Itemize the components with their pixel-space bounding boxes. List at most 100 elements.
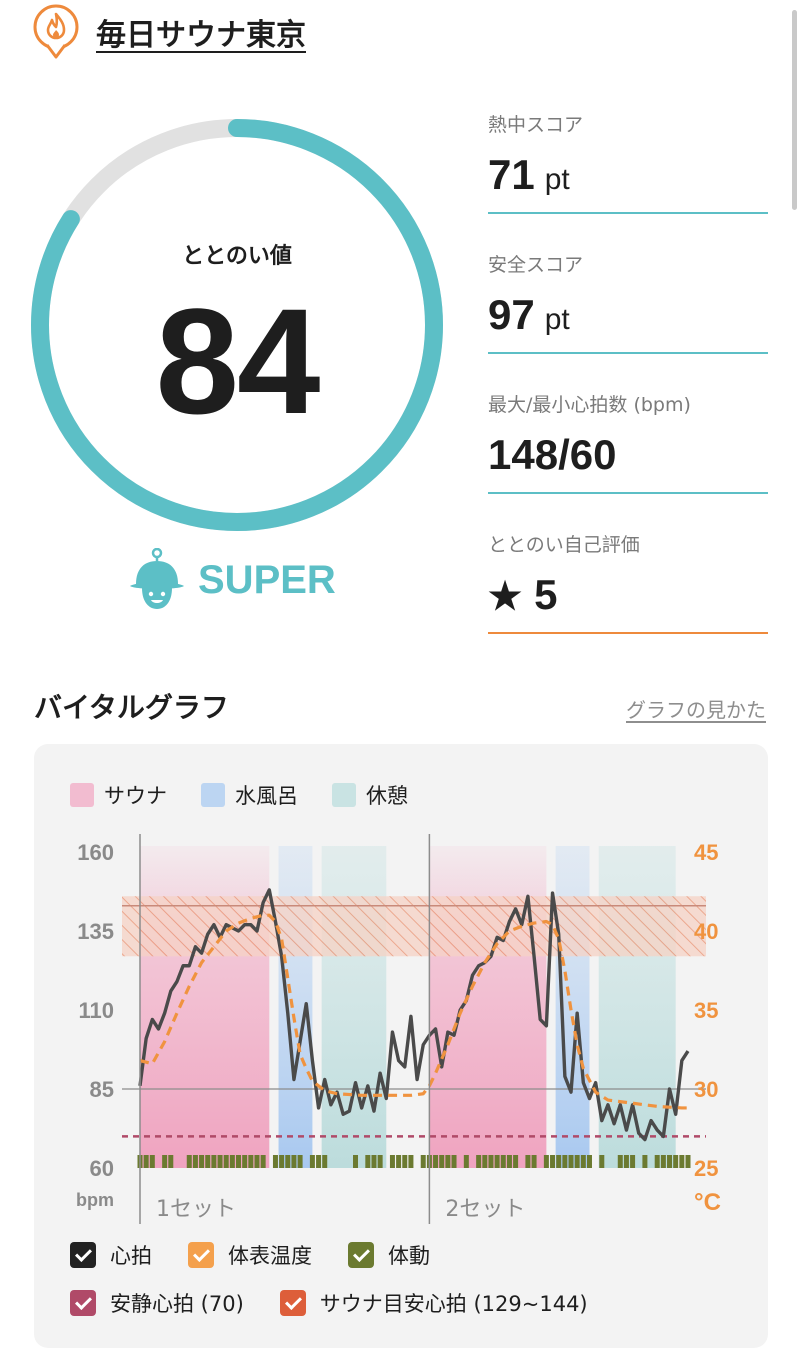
body-motion-mark: [506, 1155, 512, 1168]
vital-graph-card: サウナ 水風呂 休憩 160 135 110 85 60 45 40 35 30…: [34, 744, 768, 1348]
vital-chart: 160 135 110 85 60 45 40 35 30 25 bpm °C 1セット 2セット: [76, 834, 721, 1224]
self-rating-stat: ととのい自己評価 ★ 5: [488, 530, 768, 634]
body-motion-mark: [556, 1155, 562, 1168]
y-tick-label-left: 135: [77, 919, 114, 944]
legend-item-cold-bath: 水風呂: [201, 780, 298, 810]
vital-graph-title: バイタルグラフ: [34, 691, 229, 724]
toggle-label: サウナ目安心拍 (129~144): [319, 1292, 588, 1316]
body-motion-mark: [192, 1155, 198, 1168]
y-tick-label-left: 160: [77, 840, 114, 865]
body-motion-mark: [451, 1155, 457, 1168]
y-tick-label-right: 45: [694, 840, 718, 865]
divider: [488, 632, 768, 634]
scrollbar[interactable]: [792, 10, 797, 210]
y-tick-label-left: 110: [79, 998, 115, 1023]
body-motion-mark: [353, 1155, 359, 1168]
toggle-skin-temperature[interactable]: 体表温度: [188, 1240, 312, 1270]
body-motion-mark: [162, 1155, 168, 1168]
checkbox-checked-icon[interactable]: [188, 1242, 214, 1268]
body-motion-mark: [285, 1155, 291, 1168]
stat-unit: pt: [544, 163, 570, 196]
graph-help-link[interactable]: グラフの見かた: [626, 694, 766, 723]
body-motion-mark: [568, 1155, 574, 1168]
phase-band: [321, 846, 387, 1168]
series-legend: 心拍 体表温度 体動 安静心拍 (70) サウナ目安心拍 (129~144): [70, 1240, 588, 1336]
sauna-hat-face-icon: [130, 548, 184, 609]
facility-header[interactable]: 毎日サウナ東京: [30, 4, 306, 60]
toggle-label: 体表温度: [228, 1244, 312, 1268]
body-motion-mark: [574, 1155, 580, 1168]
body-motion-mark: [445, 1155, 451, 1168]
body-motion-mark: [223, 1155, 229, 1168]
body-motion-mark: [316, 1155, 322, 1168]
body-motion-mark: [439, 1155, 445, 1168]
body-motion-mark: [248, 1155, 254, 1168]
body-motion-mark: [580, 1155, 586, 1168]
legend-label: サウナ: [104, 784, 167, 808]
body-motion-mark: [586, 1155, 592, 1168]
body-motion-mark: [433, 1155, 439, 1168]
legend-swatch: [70, 783, 94, 807]
body-motion-mark: [272, 1155, 278, 1168]
body-motion-mark: [562, 1155, 568, 1168]
rank-badge: SUPER: [128, 548, 336, 612]
body-motion-mark: [229, 1155, 235, 1168]
body-motion-mark: [617, 1155, 623, 1168]
body-motion-mark: [660, 1155, 666, 1168]
y-tick-label-right: 35: [694, 998, 718, 1023]
body-motion-mark: [482, 1155, 488, 1168]
body-motion-mark: [205, 1155, 211, 1168]
body-motion-mark: [260, 1155, 266, 1168]
toggle-resting-heart-rate[interactable]: 安静心拍 (70): [70, 1288, 244, 1318]
body-motion-mark: [525, 1155, 531, 1168]
body-motion-mark: [550, 1155, 556, 1168]
body-motion-mark: [623, 1155, 629, 1168]
checkbox-checked-icon[interactable]: [279, 1290, 306, 1316]
y-axis-unit-right: °C: [694, 1189, 721, 1216]
phase-legend: サウナ 水風呂 休憩: [70, 780, 408, 810]
score-value: 84: [155, 277, 321, 445]
body-motion-mark: [322, 1155, 328, 1168]
stat-value: 97: [488, 291, 535, 338]
sauna-flame-icon: [33, 4, 79, 59]
phase-band: [429, 846, 547, 1168]
body-motion-mark: [599, 1155, 605, 1168]
legend-item-rest: 休憩: [332, 780, 408, 810]
body-motion-mark: [199, 1155, 205, 1168]
body-motion-mark: [149, 1155, 155, 1168]
body-motion-mark: [371, 1155, 377, 1168]
body-motion-mark: [143, 1155, 149, 1168]
totonoi-score-gauge: ととのい値 84: [30, 118, 444, 532]
y-tick-label-right: 25: [694, 1156, 718, 1181]
body-motion-mark: [420, 1155, 426, 1168]
y-tick-label-right: 40: [694, 919, 718, 944]
checkbox-checked-icon[interactable]: [70, 1290, 96, 1316]
body-motion-mark: [236, 1155, 242, 1168]
body-motion-mark: [365, 1155, 371, 1168]
body-motion-mark: [673, 1155, 679, 1168]
facility-name-link[interactable]: 毎日サウナ東京: [96, 10, 306, 54]
body-motion-mark: [543, 1155, 549, 1168]
toggle-heart-rate[interactable]: 心拍: [70, 1240, 152, 1270]
y-tick-label-left: 60: [90, 1156, 114, 1181]
divider: [488, 352, 768, 354]
toggle-sauna-target-heart-rate[interactable]: サウナ目安心拍 (129~144): [279, 1288, 588, 1318]
checkbox-checked-icon[interactable]: [348, 1242, 374, 1268]
body-motion-mark: [500, 1155, 506, 1168]
legend-item-sauna: サウナ: [70, 780, 167, 810]
body-motion-mark: [513, 1155, 519, 1168]
set-label: 2セット: [445, 1197, 525, 1222]
stat-label: ととのい自己評価: [488, 534, 640, 556]
body-motion-mark: [531, 1155, 537, 1168]
legend-swatch: [332, 783, 356, 807]
stat-unit: pt: [544, 303, 570, 336]
rank-label: SUPER: [198, 557, 336, 602]
legend-label: 休憩: [366, 784, 408, 808]
body-motion-mark: [242, 1155, 248, 1168]
body-motion-mark: [168, 1155, 174, 1168]
toggle-body-motion[interactable]: 体動: [348, 1240, 430, 1270]
checkbox-checked-icon[interactable]: [70, 1242, 96, 1268]
legend-label: 水風呂: [235, 784, 298, 808]
body-motion-mark: [389, 1155, 395, 1168]
body-motion-mark: [377, 1155, 383, 1168]
